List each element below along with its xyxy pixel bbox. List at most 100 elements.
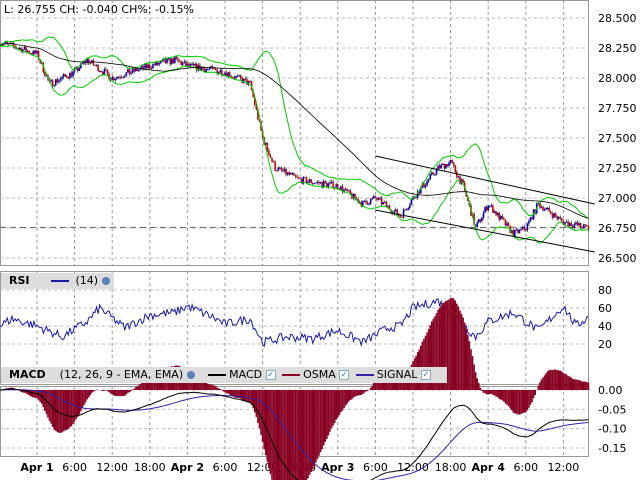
candle-body [311, 183, 314, 185]
candle-body [180, 61, 182, 65]
candle-body [496, 212, 499, 216]
candle-body [67, 77, 70, 79]
candle-body [296, 176, 298, 178]
candle-body [402, 209, 405, 218]
candle-body [319, 182, 322, 184]
candle-body [581, 226, 583, 229]
candle-body [98, 71, 101, 73]
signal-label: SIGNAL [376, 368, 418, 381]
candle-body [159, 61, 162, 64]
candle-body [232, 76, 234, 78]
candle-body [282, 170, 284, 172]
candle-body [369, 199, 372, 204]
candle-body [169, 58, 171, 64]
candle-body [206, 69, 209, 71]
candle-body [238, 75, 240, 77]
candle-body [269, 155, 272, 158]
candle-body [525, 229, 527, 231]
candle-body [434, 174, 436, 176]
candle-body [529, 217, 532, 221]
candle-body [178, 60, 181, 62]
candle-body [424, 185, 427, 188]
candle-body [498, 212, 500, 220]
candle-body [94, 64, 96, 66]
candle-body [166, 59, 168, 63]
candle-body [584, 224, 587, 226]
price-tick-label: 28.250 [598, 42, 637, 55]
osma-label: OSMA [303, 368, 336, 381]
candle-body [227, 72, 229, 77]
price-tick-label: 27.500 [598, 132, 637, 145]
candle-body [545, 208, 547, 210]
candle-body [72, 71, 74, 77]
price-tick-label: 28.000 [598, 72, 637, 85]
candle-body [149, 64, 151, 69]
candle-body [553, 213, 555, 218]
osma-checkbox[interactable]: ✓ [339, 370, 350, 380]
candle-body [177, 58, 179, 61]
candle-body [297, 177, 300, 179]
candle-body [387, 205, 389, 207]
macd-checkbox[interactable]: ✓ [265, 370, 276, 380]
candle-body [106, 70, 109, 74]
candle-body [55, 79, 57, 86]
candle-body [249, 81, 251, 83]
candle-body [286, 172, 289, 175]
candle-body [191, 63, 193, 65]
candle-body [380, 197, 383, 205]
candle-body [50, 80, 52, 82]
signal-checkbox[interactable]: ✓ [420, 370, 431, 380]
candle-body [6, 41, 9, 44]
globe-icon[interactable] [186, 371, 195, 379]
candle-body [561, 218, 563, 221]
candle-body [385, 201, 388, 207]
candle-body [427, 179, 430, 182]
candle-body [31, 53, 34, 55]
candle-body [128, 69, 131, 74]
candle-body [271, 157, 273, 162]
candle-body [116, 77, 118, 79]
candle-body [34, 50, 37, 54]
candle-body [415, 197, 417, 199]
candle-body [194, 64, 197, 66]
candle-body [448, 162, 450, 166]
candle-body [100, 71, 103, 73]
candle-body [443, 163, 446, 169]
candle-body [329, 182, 331, 184]
candle-body [97, 64, 99, 72]
candle-body [515, 229, 518, 231]
x-tick-label: Apr 1 [20, 461, 53, 474]
price-tick-label: 26.750 [598, 222, 637, 235]
candle-body [321, 182, 323, 187]
candle-body [484, 207, 486, 213]
osma-swatch [282, 374, 301, 376]
candle-body [377, 197, 380, 200]
globe-icon[interactable] [101, 277, 110, 285]
candle-body [130, 72, 132, 74]
candle-body [440, 164, 442, 169]
candle-body [244, 78, 247, 80]
candle-body [150, 68, 153, 70]
candle-body [426, 181, 428, 186]
candle-body [61, 77, 63, 79]
price-tick-label: 27.000 [598, 192, 637, 205]
candle-body [568, 223, 571, 227]
candle-body [214, 68, 217, 71]
candle-body [134, 68, 137, 72]
candle-body [587, 226, 590, 230]
candle-body [288, 172, 291, 175]
candle-body [576, 222, 579, 226]
candle-body [18, 48, 21, 50]
candle-body [459, 176, 461, 184]
x-tick-label: Apr 2 [171, 461, 204, 474]
candle-body [200, 67, 203, 71]
candle-body [123, 76, 126, 78]
candle-body [189, 63, 192, 67]
candle-body [78, 68, 81, 71]
candle-body [371, 197, 374, 200]
candle-body [62, 74, 65, 78]
candle-body [59, 78, 62, 81]
bollinger-upper [0, 36, 589, 219]
candle-body [147, 64, 150, 69]
candle-body [170, 58, 173, 64]
